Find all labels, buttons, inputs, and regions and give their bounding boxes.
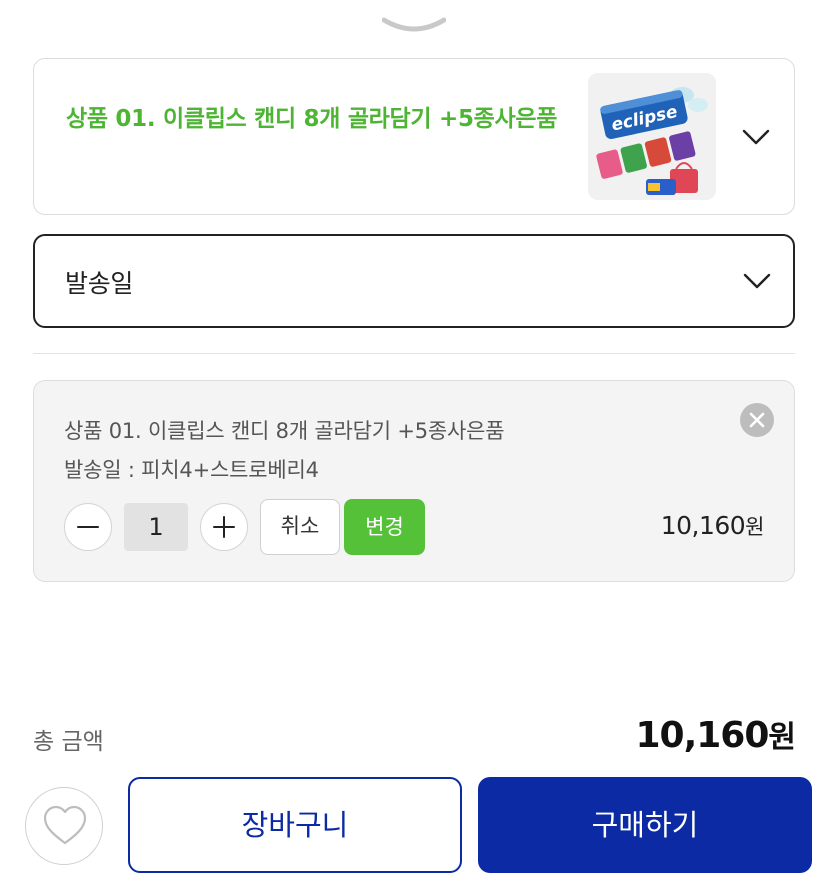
- heart-icon: [43, 805, 87, 845]
- total-amount-value: 10,160: [635, 715, 769, 756]
- change-button[interactable]: 변경: [344, 499, 425, 555]
- product-thumbnail: eclipse: [588, 73, 716, 200]
- chevron-down-icon: [743, 273, 771, 289]
- quantity-decrease-button[interactable]: [64, 503, 112, 551]
- total-amount: 10,160원: [635, 712, 796, 756]
- sheet-collapse-handle[interactable]: [381, 14, 447, 36]
- option-price: 10,160원: [660, 511, 765, 541]
- option-price-currency: 원: [745, 515, 764, 539]
- total-amount-label: 총 금액: [33, 729, 104, 755]
- quantity-input[interactable]: 1: [124, 503, 188, 551]
- wishlist-button[interactable]: [25, 787, 103, 865]
- option-price-value: 10,160: [660, 511, 746, 540]
- plus-icon: [213, 516, 235, 538]
- shipping-date-dropdown[interactable]: 발송일: [33, 234, 795, 328]
- buy-now-button[interactable]: 구매하기: [478, 777, 812, 873]
- minus-icon: [77, 526, 99, 528]
- product-name: 상품 01. 이클립스 캔디 8개 골라담기 +5종사은품: [66, 106, 558, 132]
- total-amount-currency: 원: [768, 720, 796, 755]
- selected-option-product: 상품 01. 이클립스 캔디 8개 골라담기 +5종사은품: [64, 419, 505, 443]
- close-icon: [749, 412, 765, 428]
- product-option-dropdown[interactable]: 상품 01. 이클립스 캔디 8개 골라담기 +5종사은품 eclipse: [33, 58, 795, 215]
- quantity-increase-button[interactable]: [200, 503, 248, 551]
- cancel-button[interactable]: 취소: [260, 499, 340, 555]
- add-to-cart-button[interactable]: 장바구니: [128, 777, 462, 873]
- shipping-date-label: 발송일: [65, 269, 134, 298]
- divider: [33, 353, 795, 354]
- remove-option-button[interactable]: [740, 403, 774, 437]
- chevron-down-icon: [381, 17, 447, 32]
- selected-option-shipping: 발송일 : 피치4+스트로베리4: [64, 458, 319, 482]
- chevron-down-icon: [742, 129, 770, 145]
- selected-option-card: 상품 01. 이클립스 캔디 8개 골라담기 +5종사은품 발송일 : 피치4+…: [33, 380, 795, 582]
